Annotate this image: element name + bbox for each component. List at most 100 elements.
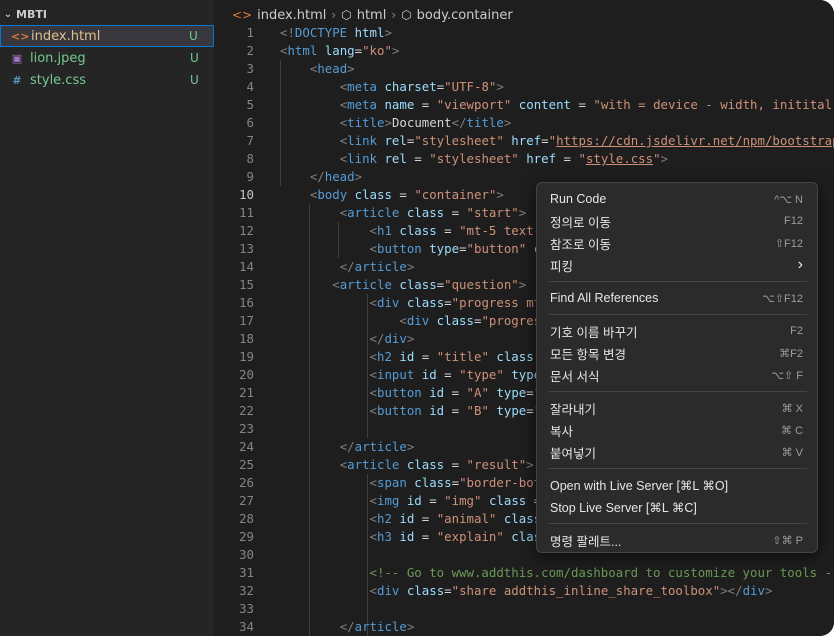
- line-number: 1: [246, 25, 254, 40]
- menu-separator: [549, 391, 807, 392]
- line-text: <img id = "img" class =: [369, 493, 542, 508]
- breadcrumb: <> index.html › ⬡ html › ⬡ body.containe…: [232, 6, 513, 24]
- html-file-icon: <>: [11, 29, 30, 43]
- menu-rename-symbol[interactable]: 기호 이름 바꾸기 F2: [541, 320, 813, 342]
- css-file-icon: #: [12, 73, 22, 87]
- line-number: 27: [239, 493, 254, 508]
- line-number: 32: [239, 583, 254, 598]
- menu-item-label: Run Code: [550, 192, 607, 206]
- line-text: <meta name = "viewport" content = "with …: [339, 97, 833, 112]
- menu-change-all-occurrences[interactable]: 모든 항목 변경 ⌘F2: [541, 342, 813, 364]
- code-line: 7 <link rel="stylesheet" href="https://c…: [214, 132, 834, 150]
- line-number: 10: [239, 187, 254, 202]
- menu-item-label: 참조로 이동: [550, 237, 611, 252]
- line-text: <html lang="ko">: [280, 43, 400, 58]
- line-number: 7: [246, 133, 254, 148]
- line-text: <meta charset="UTF-8">: [339, 79, 504, 94]
- menu-separator: [549, 523, 807, 524]
- line-text: <head>: [309, 61, 355, 76]
- file-name: index.html: [31, 28, 101, 44]
- code-line: 2 <html lang="ko">: [214, 42, 834, 60]
- chevron-down-icon: ⌄: [3, 8, 13, 20]
- line-text: <button type="button" c: [369, 241, 542, 256]
- menu-item-label: 문서 서식: [550, 369, 600, 384]
- menu-cut[interactable]: 잘라내기 ⌘ X: [541, 397, 813, 419]
- breadcrumb-html[interactable]: html: [357, 8, 387, 23]
- menu-run-code[interactable]: Run Code ^⌥ N: [541, 188, 813, 210]
- line-number: 2: [246, 43, 254, 58]
- cube-icon: ⬡: [401, 8, 412, 22]
- file-item[interactable]: ▣ lion.jpeg U: [0, 47, 214, 69]
- menu-item-shortcut: ^⌥ N: [774, 193, 803, 206]
- line-number: 22: [239, 403, 254, 418]
- menu-peek[interactable]: 피킹 ›: [541, 254, 813, 276]
- line-number: 20: [239, 367, 254, 382]
- file-item[interactable]: # style.css U: [0, 69, 214, 91]
- line-text: <div class="progress mt: [369, 295, 542, 310]
- line-number: 18: [239, 331, 254, 346]
- menu-paste[interactable]: 붙여넣기 ⌘ V: [541, 441, 813, 463]
- menu-copy[interactable]: 복사 ⌘ C: [541, 419, 813, 441]
- line-text: <title>Document</title>: [339, 115, 512, 130]
- code-line: 33: [214, 600, 834, 618]
- line-text: <article class = "result">: [339, 457, 534, 472]
- menu-item-label: 모든 항목 변경: [550, 347, 626, 362]
- line-text: <span class="border-bot: [369, 475, 542, 490]
- line-text: <div class="progres: [399, 313, 542, 328]
- line-text: <link rel = "stylesheet" href = "style.c…: [339, 151, 669, 166]
- menu-item-shortcut: ⌥⇧ F: [771, 369, 803, 382]
- git-status-badge: U: [189, 29, 198, 43]
- cube-icon: ⬡: [341, 8, 352, 22]
- code-line: 5 <meta name = "viewport" content = "wit…: [214, 96, 834, 114]
- line-number: 23: [239, 421, 254, 436]
- line-text: <body class = "container">: [309, 187, 504, 202]
- menu-item-shortcut: ⌥⇧F12: [762, 292, 803, 305]
- line-number: 25: [239, 457, 254, 472]
- menu-command-palette[interactable]: 명령 팔레트... ⇧⌘ P: [541, 529, 813, 551]
- line-number: 17: [239, 313, 254, 328]
- vscode-window: ⌄ MBTI <> index.html U ▣ lion.jpeg U # style.cs…: [0, 0, 834, 636]
- code-line: 32 <div class="share addthis_inline_shar…: [214, 582, 834, 600]
- menu-item-shortcut: F12: [784, 215, 803, 227]
- image-file-icon: ▣: [11, 51, 23, 65]
- code-line: 31 <!-- Go to www.addthis.com/dashboard …: [214, 564, 834, 582]
- line-number: 29: [239, 529, 254, 544]
- file-name: lion.jpeg: [30, 50, 86, 66]
- menu-separator: [549, 281, 807, 282]
- menu-stop-live-server[interactable]: Stop Live Server [⌘L ⌘C]: [541, 496, 813, 518]
- code-line: 6 <title>Document</title>: [214, 114, 834, 132]
- line-text: <h3 id = "explain" clas: [369, 529, 542, 544]
- line-number: 3: [246, 61, 254, 76]
- menu-open-live-server[interactable]: Open with Live Server [⌘L ⌘O]: [541, 474, 813, 496]
- line-text: <article class="question">: [332, 277, 527, 292]
- line-number: 28: [239, 511, 254, 526]
- menu-item-label: 피킹: [550, 259, 574, 274]
- menu-go-to-definition[interactable]: 정의로 이동 F12: [541, 210, 813, 232]
- menu-item-shortcut: ⌘ V: [781, 446, 803, 459]
- line-text: <input id = "type" type: [369, 367, 542, 382]
- line-number: 11: [239, 205, 254, 220]
- explorer-sidebar: ⌄ MBTI <> index.html U ▣ lion.jpeg U # style.cs…: [0, 0, 214, 636]
- chevron-right-icon: ›: [797, 256, 803, 273]
- menu-go-to-references[interactable]: 참조로 이동 ⇧F12: [541, 232, 813, 254]
- folder-name: MBTI: [16, 7, 47, 21]
- breadcrumb-body-container[interactable]: body.container: [417, 8, 513, 23]
- line-text: </article>: [339, 439, 415, 454]
- menu-item-label: Stop Live Server [⌘L ⌘C]: [550, 500, 697, 515]
- git-status-badge: U: [190, 51, 199, 65]
- line-number: 24: [239, 439, 254, 454]
- code-line: 1 <!DOCTYPE html>: [214, 24, 834, 42]
- git-status-badge: U: [190, 73, 199, 87]
- line-number: 8: [246, 151, 254, 166]
- line-number: 19: [239, 349, 254, 364]
- line-number: 16: [239, 295, 254, 310]
- breadcrumb-file[interactable]: index.html: [257, 8, 326, 23]
- line-number: 9: [246, 169, 254, 184]
- html-file-icon: <>: [232, 8, 253, 22]
- menu-find-all-references[interactable]: Find All References ⌥⇧F12: [541, 287, 813, 309]
- menu-format-document[interactable]: 문서 서식 ⌥⇧ F: [541, 364, 813, 386]
- code-line: 8 <link rel = "stylesheet" href = "style…: [214, 150, 834, 168]
- menu-item-shortcut: F2: [790, 325, 803, 337]
- explorer-folder-header[interactable]: ⌄ MBTI: [0, 5, 214, 23]
- file-item[interactable]: <> index.html U: [0, 25, 214, 47]
